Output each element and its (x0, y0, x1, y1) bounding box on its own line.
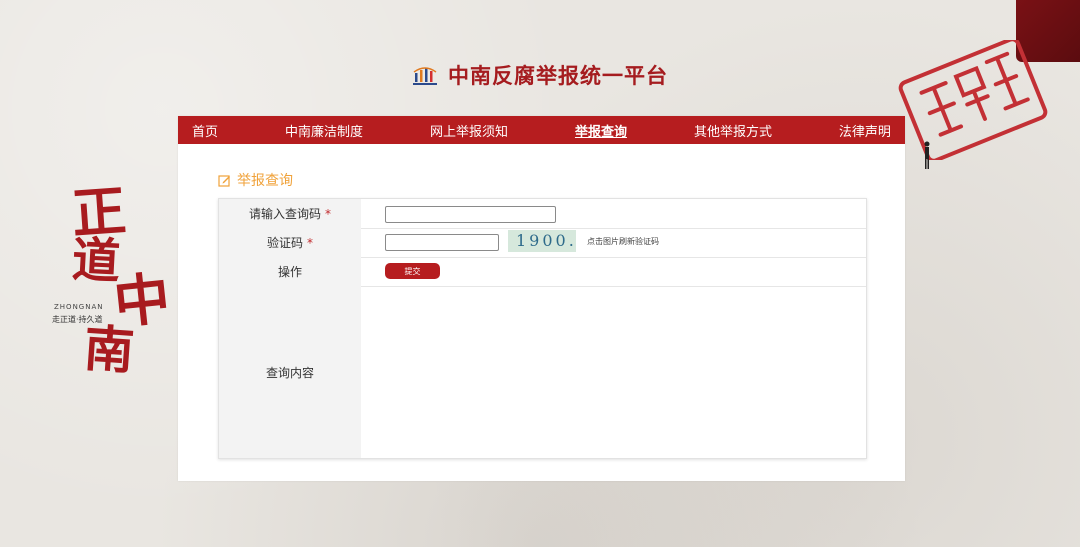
query-code-cell (361, 199, 866, 228)
nav-item-report-query[interactable]: 举报查询 (575, 121, 627, 140)
required-mark: * (307, 235, 313, 250)
result-content-area (361, 286, 866, 458)
captcha-image-text: 1900.9 (516, 231, 576, 250)
calligraphy-decoration: 正 道 中 南 ZHONGNAN 走正道·持久道 (52, 178, 173, 385)
nav-bar: 首页 中南廉洁制度 网上举报须知 举报查询 其他举报方式 法律声明 (178, 116, 905, 144)
captcha-label: 验证码 * (219, 228, 361, 257)
section-heading: 举报查询 (218, 170, 293, 190)
nav-item-home[interactable]: 首页 (192, 121, 218, 140)
main-panel: 首页 中南廉洁制度 网上举报须知 举报查询 其他举报方式 法律声明 举报查询 请… (178, 116, 905, 481)
result-label-text: 查询内容 (265, 365, 314, 380)
nav-item-report-guide[interactable]: 网上举报须知 (430, 121, 508, 140)
form-row-captcha: 验证码 * 1900.9 点击图片刷新验证码 (219, 228, 866, 258)
result-label: 查询内容 (219, 286, 361, 458)
query-code-label-text: 请输入查询码 (248, 207, 321, 221)
calligraphy-slogan: 走正道·持久道 (52, 315, 103, 324)
nav-item-legal-notice[interactable]: 法律声明 (839, 121, 891, 140)
submit-button[interactable]: 提交 (385, 263, 440, 279)
nav-item-other-methods[interactable]: 其他举报方式 (694, 121, 772, 140)
calligraphy-char: 南 (82, 318, 137, 381)
captcha-cell: 1900.9 点击图片刷新验证码 (361, 228, 866, 257)
site-title: 中南反腐举报统一平台 (448, 64, 668, 88)
action-label: 操作 (219, 257, 361, 286)
form-row-query-code: 请输入查询码 * (219, 199, 866, 229)
form-row-action: 操作 提交 (219, 257, 866, 287)
action-label-text: 操作 (277, 265, 302, 279)
person-silhouette-icon (924, 141, 930, 169)
captcha-refresh-hint[interactable]: 点击图片刷新验证码 (587, 236, 659, 247)
captcha-image[interactable]: 1900.9 (508, 230, 576, 252)
seal-stamp-icon (898, 40, 1048, 160)
edit-icon (218, 174, 230, 187)
captcha-label-text: 验证码 (266, 236, 303, 250)
captcha-input[interactable] (385, 234, 499, 251)
query-form: 请输入查询码 * 验证码 * 1900.9 点击图片刷新验证码 操作 (218, 198, 867, 459)
query-code-input[interactable] (385, 206, 556, 223)
nav-item-integrity-rules[interactable]: 中南廉洁制度 (285, 121, 363, 140)
form-row-result: 查询内容 (219, 286, 866, 458)
query-code-label: 请输入查询码 * (219, 199, 361, 228)
action-cell: 提交 (361, 257, 866, 286)
emblem-icon (413, 67, 437, 85)
required-mark: * (325, 206, 331, 221)
calligraphy-english: ZHONGNAN (54, 303, 104, 311)
section-title: 举报查询 (237, 173, 293, 189)
